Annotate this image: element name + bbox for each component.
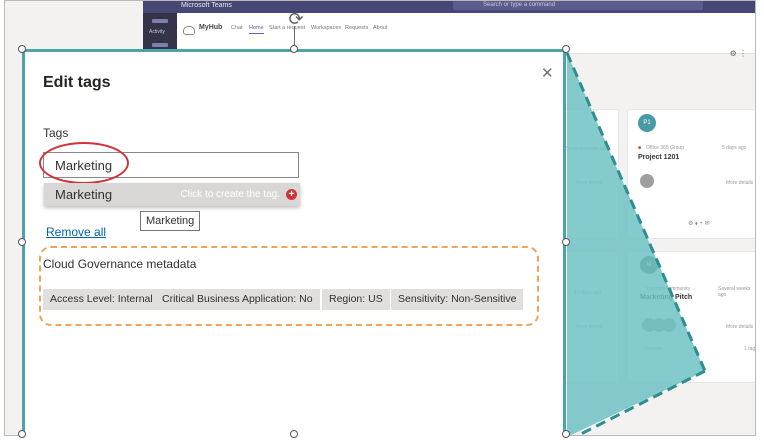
card-name: Project 1201 bbox=[638, 154, 680, 161]
card-details-link[interactable]: More details bbox=[726, 180, 753, 186]
workspace-card-partial-bottom: 17 days ago More details bbox=[561, 251, 619, 383]
card-action-icons[interactable]: ⚙ ⬧ + ✉ bbox=[688, 220, 710, 228]
workspace-card-partial-top: Several weeks ago More details bbox=[561, 109, 619, 239]
member-avatar bbox=[640, 174, 654, 188]
card-tag-count: 1 tag bbox=[744, 346, 756, 352]
rotate-icon[interactable]: ⟳ bbox=[286, 9, 306, 29]
metadata-chip-sensitivity: Sensitivity: Non-Sensitive bbox=[391, 289, 524, 310]
rail-label-activity: Activity bbox=[149, 29, 165, 35]
teams-app-title: Microsoft Teams bbox=[181, 2, 232, 9]
cloud-icon bbox=[183, 26, 195, 35]
avatar: M bbox=[640, 256, 658, 274]
close-icon[interactable]: ✕ bbox=[541, 66, 554, 81]
chat-icon[interactable] bbox=[152, 43, 168, 47]
card-details-link[interactable]: More details bbox=[576, 180, 603, 186]
card-footer-source: Yammer bbox=[644, 346, 663, 352]
resize-handle-bottom[interactable] bbox=[290, 430, 298, 438]
card-time: 17 days ago bbox=[574, 290, 602, 296]
edit-tags-dialog: Edit tags ✕ Tags Marketing Click to crea… bbox=[22, 49, 566, 436]
tags-label: Tags bbox=[43, 126, 69, 140]
resize-handle-bottom-right[interactable] bbox=[562, 430, 570, 438]
member-avatar bbox=[662, 318, 676, 332]
tab-chat[interactable]: Chat bbox=[231, 25, 243, 31]
metadata-label: Cloud Governance metadata bbox=[43, 257, 197, 271]
teams-search-box[interactable]: Search or type a command bbox=[453, 1, 703, 10]
card-source: Yammer community bbox=[646, 286, 691, 292]
avatar: P1 bbox=[638, 114, 656, 132]
tab-workspaces[interactable]: Workspaces bbox=[311, 25, 341, 31]
resize-handle-right[interactable] bbox=[562, 238, 570, 246]
metadata-chip-critical-app: Critical Business Application: No bbox=[155, 289, 320, 310]
metadata-chip-region: Region: US bbox=[322, 289, 390, 310]
tooltip: Marketing bbox=[140, 211, 201, 231]
resize-handle-left[interactable] bbox=[18, 238, 26, 246]
tab-about[interactable]: About bbox=[373, 25, 387, 31]
tab-home[interactable]: Home bbox=[249, 25, 264, 34]
teams-left-rail: Activity bbox=[143, 13, 177, 53]
myhub-header: MyHub Chat Home Start a request Workspac… bbox=[177, 13, 755, 54]
settings-icons[interactable]: ⚙ ⋮ bbox=[730, 49, 747, 58]
card-time: Several weeks ago bbox=[566, 146, 609, 152]
tag-suggestion-item[interactable]: Marketing Click to create the tag. + bbox=[44, 183, 300, 206]
dialog-title: Edit tags bbox=[43, 74, 111, 91]
remove-all-link[interactable]: Remove all bbox=[46, 225, 106, 239]
tags-input[interactable] bbox=[43, 152, 299, 178]
workspace-card-marketing-pitch[interactable]: M Yammer community Several weeks ago Mar… bbox=[627, 251, 756, 383]
card-name: Marketing Pitch bbox=[640, 294, 693, 301]
resize-handle-bottom-left[interactable] bbox=[18, 430, 26, 438]
bell-icon[interactable] bbox=[152, 19, 168, 23]
tab-requests[interactable]: Requests bbox=[345, 25, 368, 31]
myhub-title: MyHub bbox=[199, 24, 223, 31]
resize-handle-top-left[interactable] bbox=[18, 45, 26, 53]
card-source: Office 365 Group bbox=[646, 145, 684, 151]
card-time: Several weeks ago bbox=[718, 286, 751, 298]
resize-handle-top[interactable] bbox=[290, 45, 298, 53]
card-details-link[interactable]: More details bbox=[726, 324, 753, 330]
card-time: 5 days ago bbox=[722, 145, 747, 151]
suggestion-label: Marketing bbox=[55, 187, 113, 202]
workspace-card-project-1201[interactable]: P1 ■ Office 365 Group 5 days ago Project… bbox=[627, 109, 755, 239]
teams-title-bar: Microsoft Teams Search or type a command bbox=[143, 1, 755, 13]
office-icon: ■ bbox=[638, 145, 642, 151]
card-details-link[interactable]: More details bbox=[576, 324, 603, 330]
suggestion-hint: Click to create the tag. bbox=[180, 189, 281, 200]
metadata-chip-access-level: Access Level: Internal bbox=[43, 289, 160, 310]
resize-handle-top-right[interactable] bbox=[562, 45, 570, 53]
add-tag-icon[interactable]: + bbox=[286, 189, 297, 200]
